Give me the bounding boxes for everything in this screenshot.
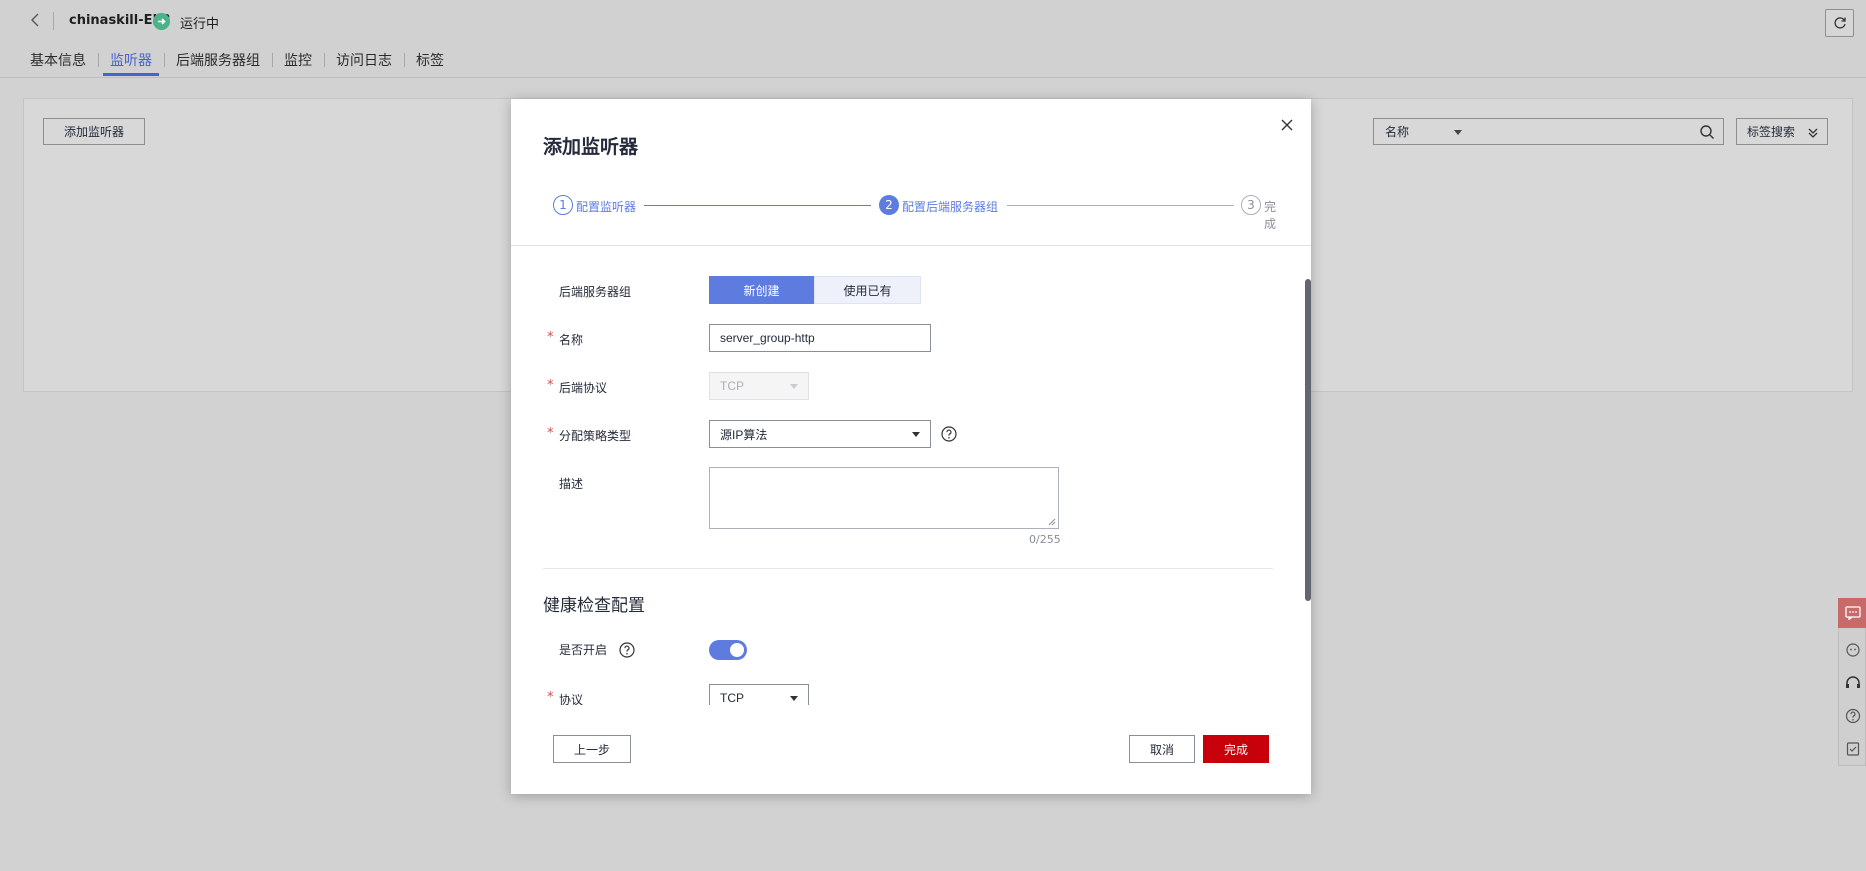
running-status-icon (153, 13, 170, 30)
description-label: 描述 (559, 477, 584, 491)
close-icon[interactable] (1280, 118, 1294, 132)
search-input[interactable] (1472, 118, 1724, 145)
tab-listeners[interactable]: 监听器 (98, 50, 164, 78)
search-field-value: 名称 (1385, 125, 1410, 139)
floating-tools (1838, 598, 1866, 766)
strategy-value: 源IP算法 (720, 427, 768, 442)
tab-monitoring[interactable]: 监控 (272, 50, 324, 78)
dialog-divider (511, 245, 1311, 246)
refresh-button[interactable] (1825, 9, 1854, 37)
robot-icon[interactable] (1845, 642, 1861, 658)
strategy-select[interactable]: 源IP算法 (709, 420, 931, 448)
description-counter: 0/255 (1029, 533, 1061, 546)
strategy-label: 分配策略类型 (559, 429, 632, 443)
chevron-down-icon (1454, 130, 1462, 135)
required-mark: * (547, 426, 554, 441)
help-icon[interactable] (1845, 708, 1861, 724)
chevron-down-icon (790, 696, 798, 701)
required-mark: * (547, 330, 554, 345)
search-field-select[interactable]: 名称 (1373, 118, 1473, 145)
step-1-number: 1 (553, 195, 573, 215)
cancel-button[interactable]: 取消 (1129, 735, 1195, 763)
tab-basic-info[interactable]: 基本信息 (18, 50, 98, 78)
health-check-title: 健康检查配置 (543, 596, 645, 616)
tag-search-button[interactable]: 标签搜索 (1736, 118, 1828, 145)
dialog-title: 添加监听器 (543, 136, 639, 158)
health-check-protocol-value: TCP (720, 691, 744, 705)
name-label: 名称 (559, 333, 584, 347)
toggle-knob (730, 643, 744, 657)
backend-protocol-label: 后端协议 (559, 381, 608, 395)
double-chevron-down-icon (1808, 128, 1818, 138)
tab-backend-groups[interactable]: 后端服务器组 (164, 50, 272, 78)
message-icon (1844, 606, 1861, 620)
chevron-down-icon (912, 432, 920, 437)
backend-protocol-value: TCP (720, 379, 744, 393)
step-connector-2 (1007, 205, 1234, 206)
use-existing-option[interactable]: 使用已有 (814, 276, 921, 304)
step-3-label: 完成 (1264, 200, 1277, 231)
required-mark: * (547, 690, 554, 705)
name-input[interactable]: server_group-http (709, 324, 931, 352)
strategy-help-icon[interactable] (941, 426, 957, 442)
add-listener-dialog: 添加监听器 1 配置监听器 2 配置后端服务器组 3 完成 后端服务器组 新创建… (511, 99, 1311, 794)
health-check-toggle[interactable] (709, 640, 747, 660)
back-arrow-icon[interactable] (28, 12, 44, 28)
tag-search-label: 标签搜索 (1747, 125, 1796, 139)
status-text: 运行中 (180, 17, 220, 32)
search-icon[interactable] (1699, 124, 1715, 140)
step-2-number: 2 (879, 195, 899, 215)
refresh-icon (1833, 17, 1846, 29)
feedback-button[interactable] (1838, 598, 1866, 628)
headset-icon[interactable] (1845, 675, 1861, 691)
dialog-scrollbar[interactable] (1305, 279, 1311, 601)
create-new-option[interactable]: 新创建 (709, 276, 814, 304)
health-check-help-icon[interactable] (619, 642, 635, 658)
description-textarea[interactable] (709, 467, 1059, 529)
backend-group-label: 后端服务器组 (559, 285, 632, 299)
tab-tags[interactable]: 标签 (404, 50, 456, 78)
step-1-label: 配置监听器 (576, 200, 637, 214)
step-3-number: 3 (1241, 195, 1261, 215)
chevron-down-icon (790, 384, 798, 389)
health-check-enabled-label: 是否开启 (559, 643, 608, 657)
previous-step-button[interactable]: 上一步 (553, 735, 631, 763)
step-2-label: 配置后端服务器组 (902, 200, 999, 214)
section-divider (543, 568, 1273, 569)
required-mark: * (547, 378, 554, 393)
finish-button[interactable]: 完成 (1203, 735, 1269, 763)
backend-protocol-select: TCP (709, 372, 809, 400)
add-listener-button[interactable]: 添加监听器 (43, 118, 145, 145)
resize-grip-icon[interactable] (1048, 518, 1056, 526)
detail-tabs: 基本信息 监听器 后端服务器组 监控 访问日志 标签 (18, 50, 456, 78)
checklist-icon[interactable] (1845, 741, 1861, 757)
header-divider (53, 12, 54, 30)
step-connector-1 (644, 205, 871, 206)
tab-access-logs[interactable]: 访问日志 (324, 50, 404, 78)
backend-group-toggle: 新创建 使用已有 (709, 276, 921, 304)
step-indicator: 1 配置监听器 2 配置后端服务器组 3 完成 (541, 195, 1281, 231)
